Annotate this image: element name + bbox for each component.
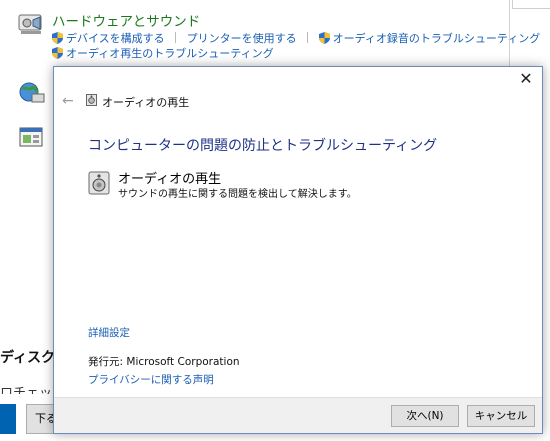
admin-shield-icon (52, 32, 63, 44)
audio-playback-icon (88, 171, 110, 195)
dialog-heading: コンピューターの問題の防止とトラブルシューティング (88, 138, 438, 154)
audio-troubleshooter-dialog: ✕ ← オーディオの再生 コンピューターの問題の防止とトラブルシューティング オ… (53, 66, 543, 434)
hardware-sound-heading[interactable]: ハードウェアとサウンド (52, 10, 200, 30)
separator (307, 32, 309, 43)
speaker-icon (86, 94, 97, 106)
network-icon[interactable] (18, 80, 46, 104)
next-button[interactable]: 次へ(N) (391, 405, 459, 427)
window-edge (509, 0, 510, 66)
hardware-links-row-2: オーディオ再生のトラブルシューティング (52, 45, 274, 61)
separator (175, 32, 177, 43)
programs-icon[interactable] (18, 126, 46, 150)
configure-devices-link[interactable]: デバイスを構成する (66, 32, 165, 45)
advanced-settings-link[interactable]: 詳細設定 (88, 325, 130, 340)
cancel-button[interactable]: キャンセル (467, 405, 535, 427)
publisher-value: Microsoft Corporation (126, 356, 240, 368)
disk-heading-partial: ディスク (0, 350, 56, 366)
corner-box (512, 0, 550, 9)
partial-blue-button[interactable] (0, 404, 16, 434)
hardware-sound-icon[interactable] (18, 12, 46, 36)
publisher-label: 発行元: (88, 356, 124, 368)
admin-shield-icon (318, 32, 330, 44)
dialog-footer: 次へ(N) キャンセル (54, 397, 542, 433)
audio-playback-troubleshoot-link[interactable]: オーディオ再生のトラブルシューティング (66, 47, 274, 60)
close-icon[interactable]: ✕ (518, 71, 534, 87)
publisher-line: 発行元: Microsoft Corporation (88, 354, 240, 369)
dialog-title: オーディオの再生 (102, 96, 190, 109)
hardware-links-row: デバイスを構成する プリンターを使用する オーディオ録音のトラブルシューティング (52, 30, 550, 46)
back-arrow-icon[interactable]: ← (62, 93, 74, 109)
use-printer-link[interactable]: プリンターを使用する (187, 32, 297, 45)
troubleshooter-item-description: サウンドの再生に関する問題を検出して解決します。 (118, 189, 357, 200)
privacy-statement-link[interactable]: プライバシーに関する声明 (88, 372, 214, 387)
admin-shield-icon (52, 47, 63, 59)
